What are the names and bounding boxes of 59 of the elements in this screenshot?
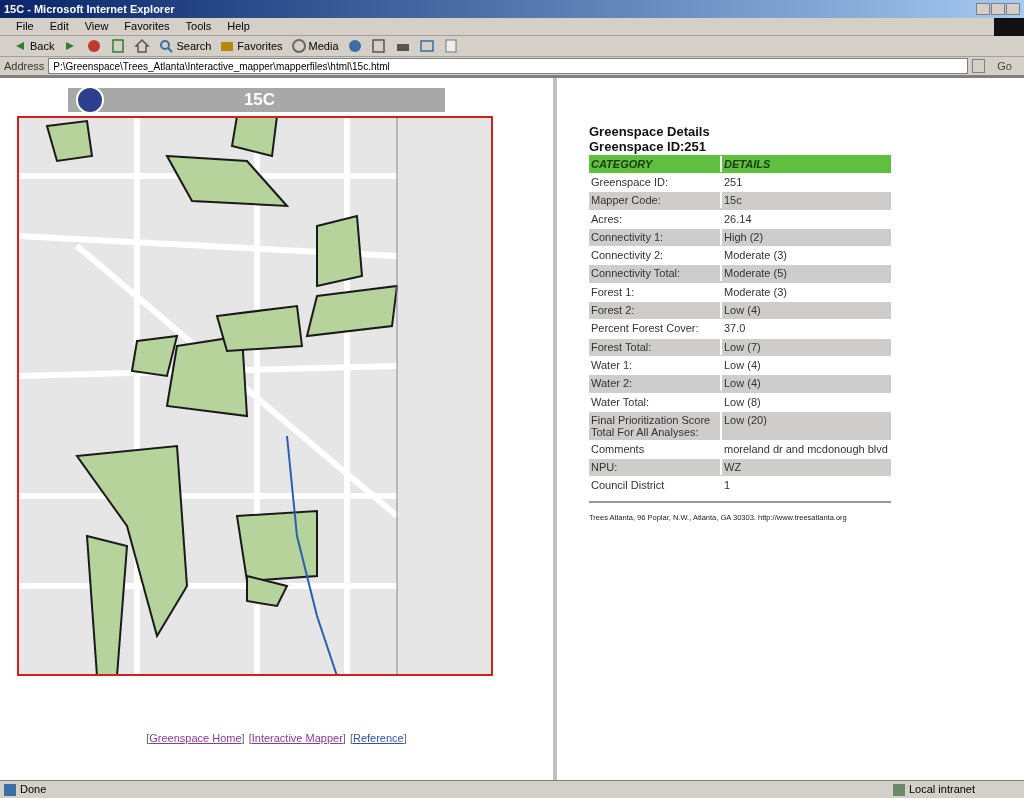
table-cell: Acres: xyxy=(589,210,722,227)
table-cell: Forest 1: xyxy=(589,283,722,300)
table-cell-text: Low (4) xyxy=(723,376,761,392)
page-link[interactable]: Greenspace Home xyxy=(149,732,242,744)
address-label: Address xyxy=(4,58,45,74)
table-cell-text: WZ xyxy=(723,460,742,476)
table-cell-text: 15c xyxy=(723,193,742,209)
zone-text: Local intranet xyxy=(909,782,977,798)
status-text: Done xyxy=(20,782,48,798)
table-cell-text: Low (20) xyxy=(723,412,767,428)
search-icon xyxy=(158,38,175,54)
table-cell: Connectivity 1: xyxy=(589,228,722,245)
link-bracket-text: [Greenspace Home] xyxy=(146,731,245,746)
table-cell: Forest Total: xyxy=(589,338,722,355)
table-cell-text: Moderate (3) xyxy=(723,248,787,264)
table-cell-text: 37.0 xyxy=(723,321,746,337)
address-field[interactable]: P:\Greenspace\Trees_Atlanta\Interactive_mapper\mapperfiles\html\15c.html xyxy=(48,58,969,74)
table-cell-text: Low (4) xyxy=(723,303,761,319)
table-cell: Water Total: xyxy=(589,393,722,410)
menu-item[interactable]: View xyxy=(84,18,109,35)
details-title: Greenspace Details xyxy=(589,124,711,139)
table-cell-text: High (2) xyxy=(723,229,764,245)
toolbar-button[interactable]: Back xyxy=(12,37,55,55)
table-cell-text: Moderate (3) xyxy=(723,284,787,300)
toolbar-button[interactable]: Media xyxy=(290,37,339,55)
toolbar-button[interactable]: Search xyxy=(158,37,212,55)
table-cell-text: Low (7) xyxy=(723,339,761,355)
toolbar-button[interactable]: Favorites xyxy=(219,37,283,55)
table-cell-text: moreland dr and mcdonough blvd xyxy=(723,441,888,457)
menu-item[interactable]: Favorites xyxy=(124,18,170,35)
table-cell: Water 2: xyxy=(589,375,722,392)
home-icon xyxy=(134,38,151,54)
link-bracket-text: [Reference] xyxy=(349,731,407,746)
details-subtitle: Greenspace ID:251 xyxy=(589,139,708,154)
table-cell-text: Low (4) xyxy=(723,357,761,373)
table-cell: Water 1: xyxy=(589,356,722,373)
toolbar-button[interactable] xyxy=(86,38,103,54)
table-cell-text: Low (8) xyxy=(723,394,761,410)
table-cell: Connectivity Total: xyxy=(589,265,722,282)
table-cell: Mapper Code: xyxy=(589,192,722,209)
table-cell-text: 26.14 xyxy=(723,211,752,227)
link-bracket-text: [Interactive Mapper] xyxy=(248,731,346,746)
column-header: DETAILS xyxy=(723,156,771,172)
table-cell: Percent Forest Cover: xyxy=(589,320,722,337)
table-cell-text: Moderate (5) xyxy=(723,266,787,282)
table-cell-text: 251 xyxy=(723,175,743,190)
menu-item[interactable]: Edit xyxy=(49,18,69,35)
menu-item[interactable]: File xyxy=(16,18,34,35)
stop-icon xyxy=(86,38,103,54)
table-cell-text: 1 xyxy=(723,478,731,494)
menu-item[interactable]: Tools xyxy=(185,18,212,35)
table-cell: Council District xyxy=(589,477,722,494)
page-link[interactable]: Reference xyxy=(352,732,404,744)
menu-item[interactable]: Help xyxy=(227,18,250,35)
window-title: 15C - Microsoft Internet Explorer xyxy=(4,1,176,17)
table-cell: Comments xyxy=(589,440,722,457)
go-button[interactable]: Go xyxy=(989,57,1020,75)
toolbar-button[interactable] xyxy=(134,38,151,54)
map-title: 15C xyxy=(242,89,277,112)
